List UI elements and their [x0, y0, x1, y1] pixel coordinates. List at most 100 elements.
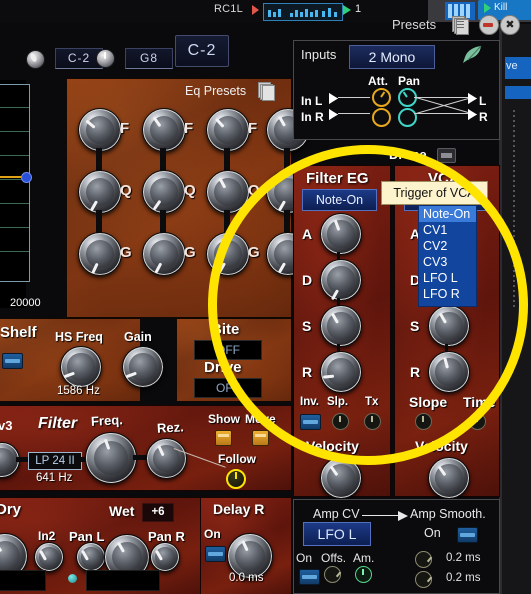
vca-r-label: R: [410, 364, 421, 380]
drone-toggle[interactable]: [437, 148, 456, 163]
pages-icon[interactable]: [258, 82, 275, 101]
filter-eg-trigger-button[interactable]: Note-On: [302, 189, 377, 211]
eq-curve-graph[interactable]: [0, 84, 30, 282]
amp-cv-offs-knob[interactable]: [324, 566, 342, 583]
dropdown-option-cv3[interactable]: CV3: [419, 254, 476, 270]
filter-freq-knob[interactable]: [85, 432, 137, 484]
eq-band-2-q-knob[interactable]: [142, 170, 186, 214]
filter-eg-inv-label: Inv.: [300, 396, 319, 408]
eq-band-3-g-knob[interactable]: [206, 232, 250, 276]
eq-g-label: G: [120, 244, 132, 261]
filter-show-toggle[interactable]: [215, 430, 232, 446]
amp-cv-on-toggle[interactable]: [299, 569, 320, 585]
in-l-label: In L: [301, 94, 323, 108]
eq-band-2-f-knob[interactable]: [142, 108, 186, 152]
amp-cv-am-knob[interactable]: [355, 566, 372, 583]
note-display[interactable]: C-2: [175, 35, 229, 67]
eq-band-2-g-knob[interactable]: [142, 232, 186, 276]
trigger-dropdown-list[interactable]: Note-On CV1 CV2 CV3 LFO L LFO R: [418, 205, 477, 307]
filter-eg-slp-knob[interactable]: [332, 413, 349, 430]
eq-q-label: Q: [184, 182, 196, 199]
vca-slope-knob[interactable]: [415, 413, 432, 430]
shelf-toggle[interactable]: [2, 353, 23, 369]
eq-f-label: F: [184, 120, 194, 137]
dry-value-field[interactable]: [0, 570, 46, 591]
filter-eg-s-knob[interactable]: [320, 305, 362, 347]
eq-band-3-f-knob[interactable]: [206, 108, 250, 152]
att-r-knob[interactable]: [372, 108, 391, 127]
vca-velocity-knob[interactable]: [428, 457, 470, 499]
eq-band-1-f-knob[interactable]: [78, 108, 122, 152]
eq-link-bar: [96, 148, 102, 172]
filter-move-toggle[interactable]: [252, 430, 269, 446]
wet-value-field[interactable]: [86, 570, 160, 591]
in2-knob[interactable]: [34, 542, 64, 572]
playhead-marker-icon: [252, 5, 259, 15]
shelf-gain-knob[interactable]: [122, 346, 164, 388]
eq-q-label: Q: [248, 182, 260, 199]
dropdown-option-cv2[interactable]: CV2: [419, 238, 476, 254]
att-l-knob[interactable]: [372, 88, 391, 107]
filter-eg-inv-toggle[interactable]: [300, 414, 321, 430]
eq-band-handle[interactable]: [21, 172, 32, 183]
hs-freq-knob[interactable]: [60, 346, 102, 388]
dropdown-option-lfo-r[interactable]: LFO R: [419, 286, 476, 302]
eq-link-bar: [284, 210, 290, 234]
filter-eg-r-knob[interactable]: [320, 351, 362, 393]
high-note-field[interactable]: G8: [125, 48, 173, 69]
pan-r-knob[interactable]: [150, 542, 180, 572]
amp-smooth-on-toggle[interactable]: [457, 527, 478, 543]
out-r-label: R: [479, 110, 488, 124]
filter-eg-velocity-knob[interactable]: [320, 457, 362, 499]
filter-eg-tx-knob[interactable]: [364, 413, 381, 430]
filter-type-field[interactable]: LP 24 II: [28, 452, 82, 470]
drive-value[interactable]: OFF: [194, 378, 262, 398]
high-note-knob[interactable]: [96, 49, 115, 68]
filter-eg-a-knob[interactable]: [320, 213, 362, 255]
inputs-mode-button[interactable]: 2 Mono: [349, 45, 435, 69]
filter-rez-knob[interactable]: [146, 438, 187, 479]
close-icon[interactable]: [500, 15, 520, 35]
eq-band-1-q-knob[interactable]: [78, 170, 122, 214]
amp-cv-source-button[interactable]: LFO L: [303, 522, 371, 546]
delay-on-toggle[interactable]: [205, 546, 226, 562]
drive-label: Drive: [204, 359, 242, 376]
amp-smooth-release-knob[interactable]: [415, 571, 433, 588]
in2-label: In2: [38, 529, 56, 543]
leaf-icon[interactable]: [461, 44, 483, 66]
kill-button-label: Kill: [494, 2, 508, 13]
filter-freq-label: Freq.: [90, 412, 124, 429]
pan-l-knob[interactable]: [76, 542, 106, 572]
amp-cv-am-label: Am.: [353, 551, 375, 565]
eq-freq-max-label: 20000: [10, 297, 41, 309]
eq-band-1-g-knob[interactable]: [78, 232, 122, 276]
vca-r-knob[interactable]: [428, 351, 470, 393]
pattern-strip[interactable]: [263, 3, 343, 21]
att-label: Att.: [368, 74, 388, 88]
bite-value[interactable]: OFF: [194, 340, 262, 360]
bite-label: Bite: [211, 321, 240, 338]
pan-r-input-knob[interactable]: [398, 108, 417, 127]
dropdown-option-lfo-l[interactable]: LFO L: [419, 270, 476, 286]
filter-eg-d-label: D: [302, 272, 313, 288]
dropdown-option-cv1[interactable]: CV1: [419, 222, 476, 238]
filter-follow-knob[interactable]: [226, 469, 246, 489]
wet-value[interactable]: +6: [142, 503, 174, 522]
filter-eg-a-label: A: [302, 226, 313, 242]
pages-icon[interactable]: [452, 16, 469, 35]
eq-band-3-q-knob[interactable]: [206, 170, 250, 214]
filter-eg-r-label: R: [302, 364, 313, 380]
vca-time-knob[interactable]: [469, 413, 486, 430]
in-r-label: In R: [301, 110, 324, 124]
minimize-icon[interactable]: [479, 15, 499, 35]
dropdown-option-note-on[interactable]: Note-On: [419, 206, 476, 222]
tooltip: Trigger of VCA: [381, 181, 488, 205]
vca-s-knob[interactable]: [428, 305, 470, 347]
amp-smooth-attack-knob[interactable]: [415, 551, 433, 568]
amp-cv-offs-label: Offs.: [321, 551, 347, 565]
amp-cv-on-label: On: [296, 551, 313, 565]
hs-freq-label: HS Freq: [55, 330, 103, 344]
amp-cv-label: Amp CV: [313, 507, 360, 521]
filter-eg-d-knob[interactable]: [320, 259, 362, 301]
filter-eg-slp-label: Slp.: [327, 396, 349, 408]
